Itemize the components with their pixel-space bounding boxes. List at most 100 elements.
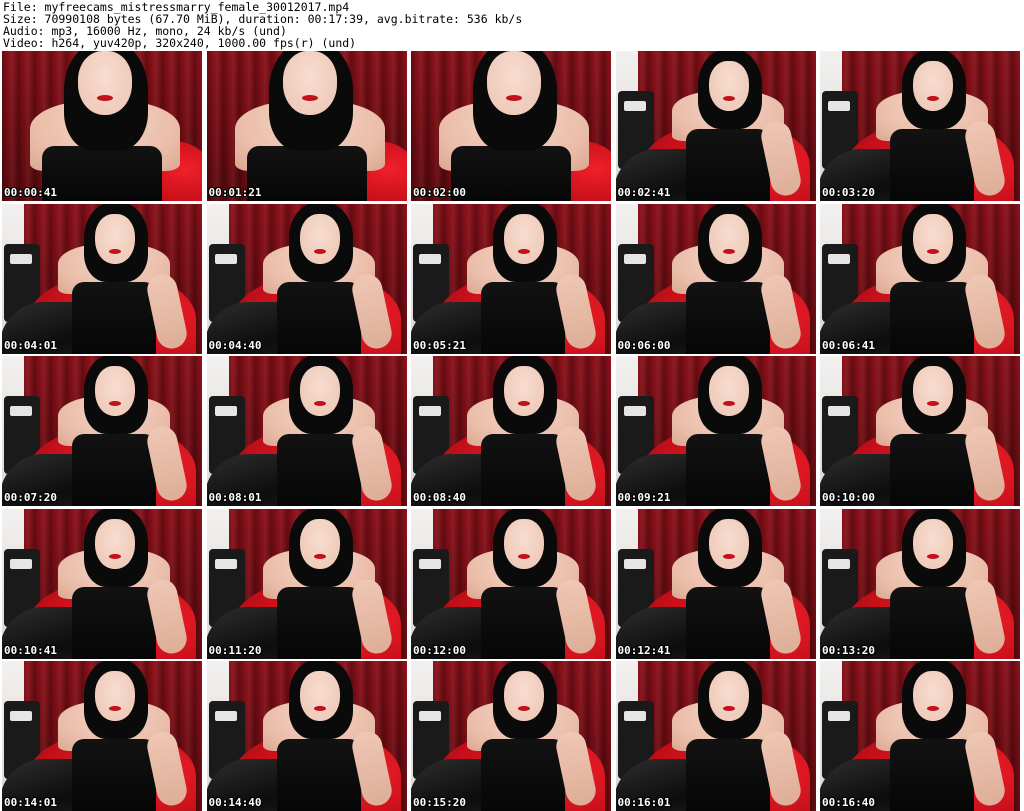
figure-lips — [109, 706, 121, 711]
video-thumbnail: 00:13:20 — [820, 508, 1020, 659]
thumbnail-timestamp: 00:13:20 — [822, 643, 875, 657]
figure-lips — [927, 706, 939, 711]
thumbnail-timestamp: 00:16:01 — [617, 796, 671, 809]
figure-dress — [42, 146, 162, 201]
figure-dress — [481, 281, 565, 354]
thumbnail-timestamp: 00:15:20 — [413, 796, 466, 809]
thumbnail-timestamp: 00:05:21 — [413, 338, 466, 352]
video-thumbnail: 00:12:00 — [411, 508, 611, 659]
figure-face — [95, 518, 135, 569]
thumbnail-timestamp: 00:06:41 — [822, 338, 875, 352]
video-thumbnail: 00:16:40 — [820, 661, 1020, 811]
figure-lips — [927, 401, 939, 406]
figure-dress — [685, 739, 770, 811]
video-thumbnail: 00:06:00 — [615, 203, 816, 354]
figure-face — [913, 213, 953, 264]
thumbnail-timestamp: 00:10:00 — [822, 491, 875, 504]
figure-lips — [109, 553, 121, 559]
figure-dress — [276, 434, 361, 506]
video-thumbnail: 00:14:40 — [206, 661, 407, 811]
figure-face — [708, 671, 749, 721]
figure-lips — [927, 553, 939, 559]
video-thumbnail: 00:02:00 — [411, 51, 611, 201]
figure-lips — [722, 248, 735, 254]
figure-lips — [722, 401, 735, 406]
figure-face — [913, 518, 953, 569]
figure-lips — [518, 706, 530, 711]
figure-lips — [313, 706, 326, 711]
video-thumbnail: 00:09:21 — [615, 356, 816, 506]
video-thumbnail: 00:00:41 — [2, 51, 202, 201]
figure-lips — [313, 248, 326, 254]
thumbnail-timestamp: 00:07:20 — [4, 491, 57, 504]
figure-face — [282, 51, 337, 115]
figure-lips — [301, 95, 318, 101]
thumbnail-grid: 00:00:41 00:01:21 00:02:00 00:02:41 00:03:20… — [0, 51, 1024, 811]
figure-face — [708, 61, 749, 111]
figure-face — [913, 61, 953, 111]
thumbnail-timestamp: 00:01:21 — [208, 186, 262, 199]
video-thumbnail: 00:08:01 — [206, 356, 407, 506]
file-info-header: File: myfreecams_mistressmarry_female_30… — [0, 0, 1024, 50]
thumbnail-timestamp: 00:08:40 — [413, 491, 466, 504]
thumbnail-timestamp: 00:12:00 — [413, 643, 466, 657]
figure-dress — [481, 739, 565, 811]
figure-dress — [246, 146, 367, 201]
figure-face — [913, 671, 953, 721]
figure-face — [299, 671, 340, 721]
figure-dress — [276, 739, 361, 811]
video-thumbnail: 00:12:41 — [615, 508, 816, 659]
thumbnail-timestamp: 00:02:41 — [617, 186, 671, 199]
figure-lips — [927, 248, 939, 254]
thumbnail-timestamp: 00:09:21 — [617, 491, 671, 504]
video-thumbnail: 00:04:40 — [206, 203, 407, 354]
figure-lips — [97, 95, 113, 101]
figure-dress — [72, 586, 156, 659]
figure-lips — [109, 248, 121, 254]
video-thumbnail: 00:05:21 — [411, 203, 611, 354]
video-thumbnail: 00:15:20 — [411, 661, 611, 811]
video-thumbnail: 00:11:20 — [206, 508, 407, 659]
thumbnail-timestamp: 00:14:40 — [208, 796, 262, 809]
video-thumbnail: 00:07:20 — [2, 356, 202, 506]
video-thumbnail: 00:06:41 — [820, 203, 1020, 354]
thumbnail-timestamp: 00:06:00 — [617, 338, 671, 352]
thumbnail-timestamp: 00:04:01 — [4, 338, 57, 352]
figure-face — [95, 213, 135, 264]
video-thumbnail: 00:16:01 — [615, 661, 816, 811]
figure-face — [504, 213, 544, 264]
video-info-line: Video: h264, yuv420p, 320x240, 1000.00 f… — [3, 36, 357, 50]
video-thumbnail: 00:03:20 — [820, 51, 1020, 201]
thumbnail-timestamp: 00:02:00 — [413, 186, 466, 199]
thumbnail-timestamp: 00:08:01 — [208, 491, 262, 504]
thumbnail-timestamp: 00:14:01 — [4, 796, 57, 809]
figure-dress — [685, 281, 770, 354]
figure-lips — [313, 553, 326, 559]
figure-lips — [506, 95, 522, 101]
thumbnail-timestamp: 00:03:20 — [822, 186, 875, 199]
figure-face — [504, 518, 544, 569]
figure-face — [78, 51, 132, 115]
video-thumbnail: 00:02:41 — [615, 51, 816, 201]
figure-face — [913, 366, 953, 416]
figure-lips — [722, 96, 735, 101]
figure-face — [504, 366, 544, 416]
figure-dress — [451, 146, 571, 201]
figure-dress — [890, 434, 974, 506]
figure-dress — [685, 434, 770, 506]
figure-lips — [518, 553, 530, 559]
figure-face — [708, 213, 749, 264]
figure-dress — [481, 434, 565, 506]
figure-lips — [722, 706, 735, 711]
figure-dress — [276, 586, 361, 659]
figure-dress — [72, 434, 156, 506]
video-thumbnail: 00:01:21 — [206, 51, 407, 201]
figure-dress — [72, 739, 156, 811]
figure-dress — [890, 281, 974, 354]
figure-lips — [722, 553, 735, 559]
figure-lips — [109, 401, 121, 406]
figure-face — [708, 518, 749, 569]
thumbnail-timestamp: 00:04:40 — [208, 338, 262, 352]
video-thumbnail: 00:10:00 — [820, 356, 1020, 506]
figure-dress — [685, 129, 770, 201]
